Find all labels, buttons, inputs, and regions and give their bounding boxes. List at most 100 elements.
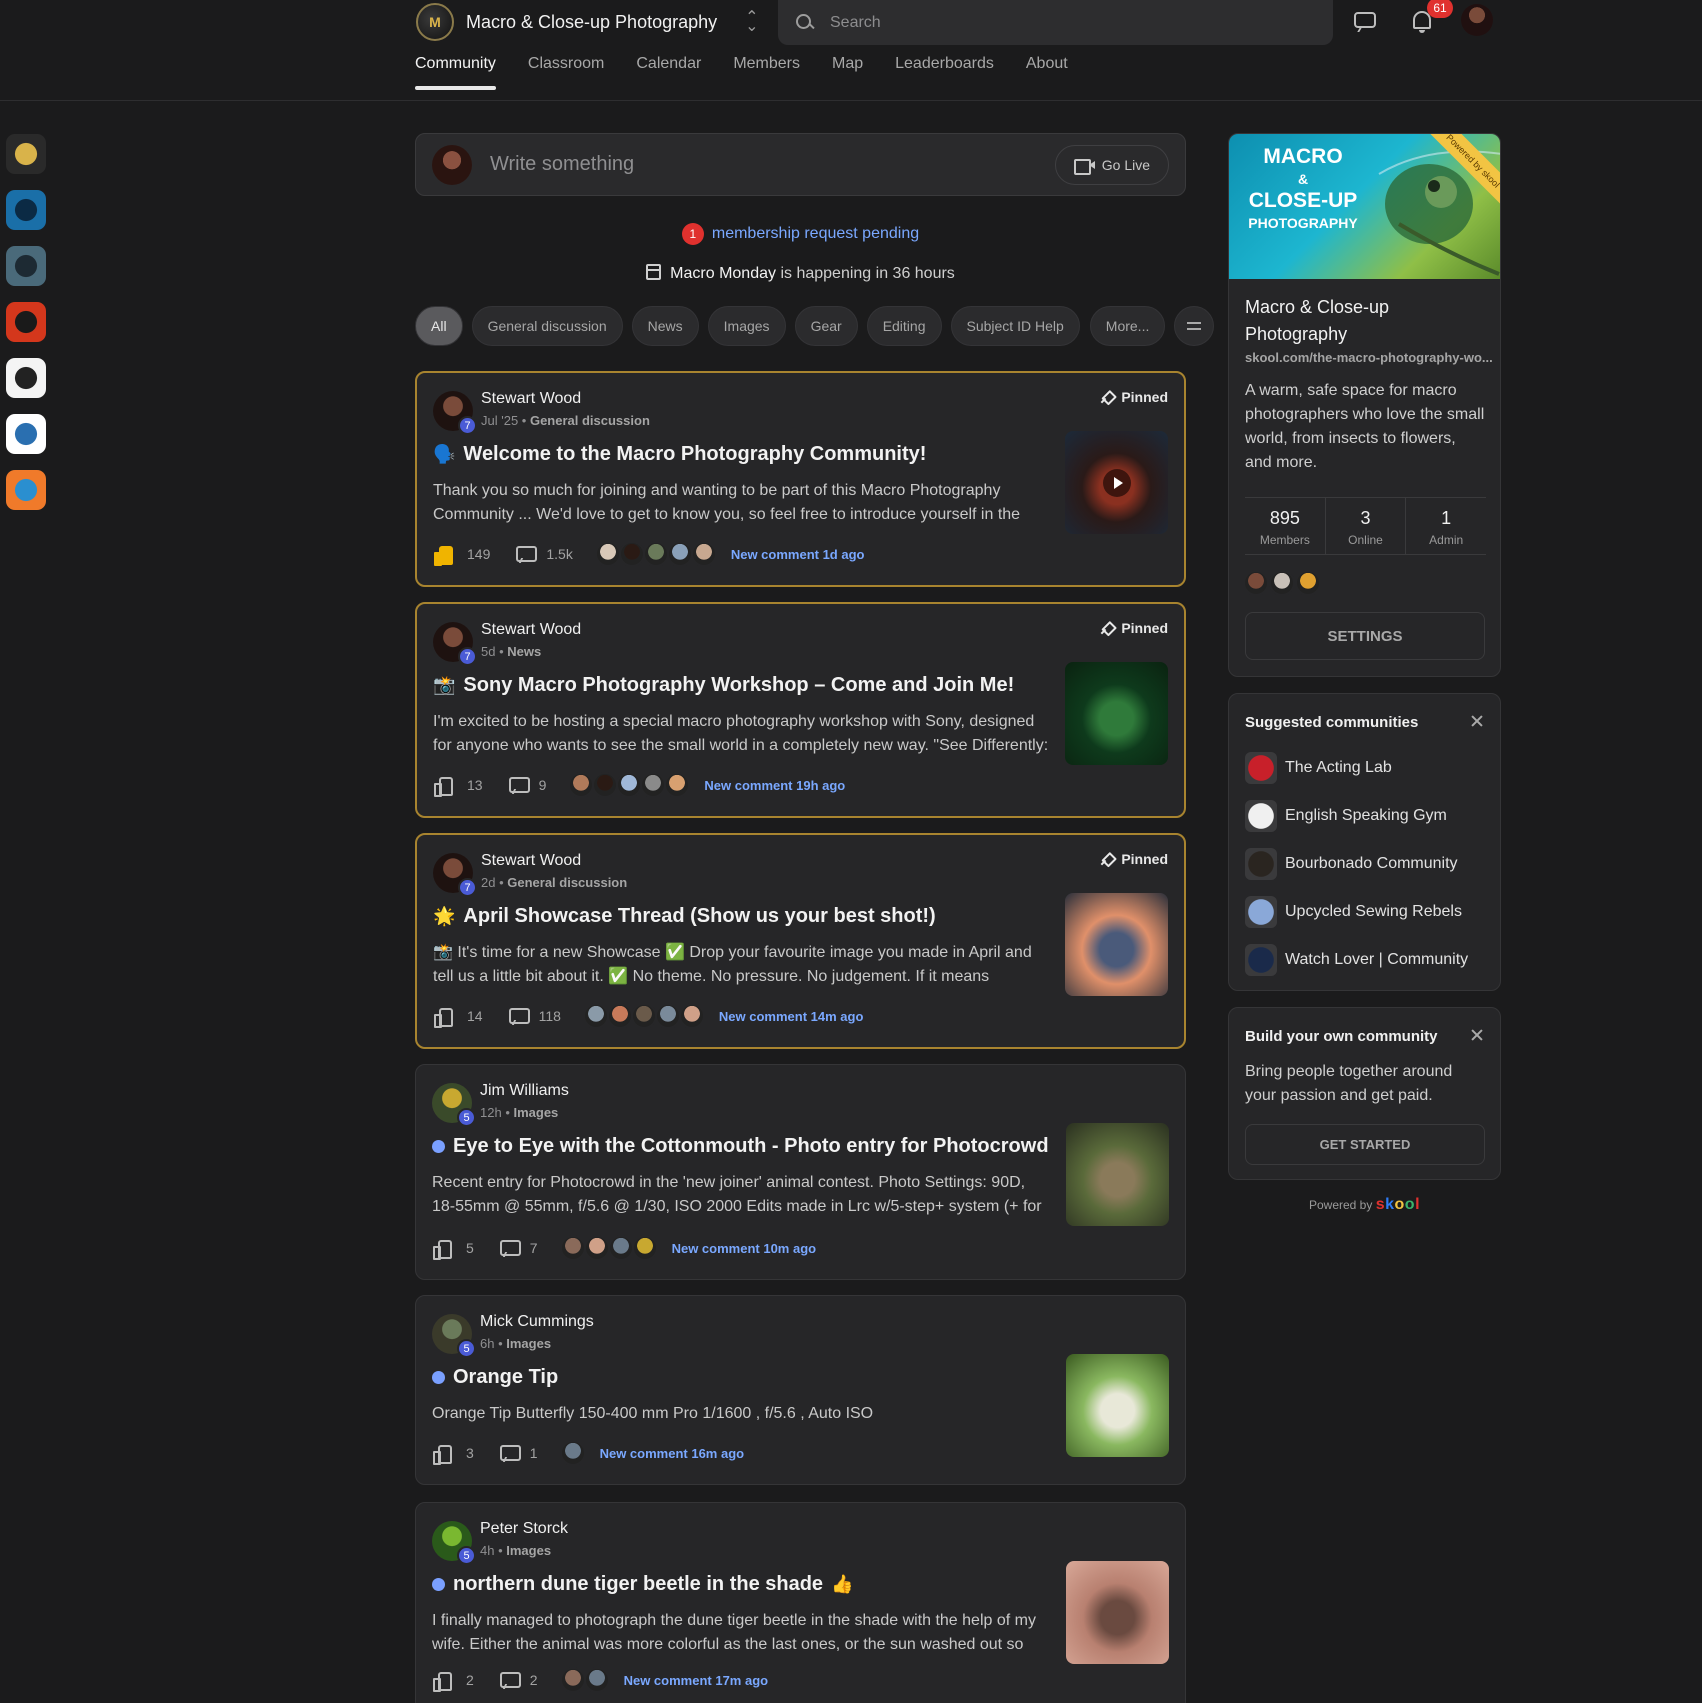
post-title-text[interactable]: northern dune tiger beetle in the shade	[453, 1573, 823, 1596]
suggested-community[interactable]: The Acting Lab	[1245, 751, 1468, 785]
close-icon[interactable]	[1470, 1028, 1484, 1042]
post-thumbnail[interactable]	[1066, 1123, 1169, 1226]
post-category[interactable]: News	[507, 644, 541, 659]
post-excerpt[interactable]: Thank you so much for joining and wantin…	[433, 479, 1053, 527]
chat-icon[interactable]	[1352, 8, 1380, 36]
post-title[interactable]: northern dune tiger beetle in the shade 👍	[432, 1573, 853, 1596]
post-composer[interactable]: Write something Go Live	[415, 133, 1186, 196]
commenter-avatars[interactable]	[559, 1235, 658, 1261]
post-card[interactable]: 5 Peter Storck 4h • Images northern dune ti…	[415, 1502, 1186, 1703]
post-thumbnail[interactable]	[1065, 662, 1168, 765]
member-avatar[interactable]	[1295, 570, 1321, 596]
suggested-community-name[interactable]: The Acting Lab	[1285, 759, 1392, 777]
commenter-avatars[interactable]	[582, 1003, 705, 1029]
rail-blue-logo-community[interactable]	[6, 414, 46, 454]
suggested-community-name[interactable]: Watch Lover | Community	[1285, 951, 1468, 969]
filter-chip-more[interactable]: More...	[1089, 306, 1166, 346]
filter-chip-all[interactable]: All	[415, 306, 463, 346]
like-icon[interactable]	[432, 1671, 452, 1692]
post-excerpt[interactable]: Recent entry for Photocrowd in the 'new …	[432, 1171, 1052, 1219]
powered-by-footer[interactable]: Powered by skool	[1228, 1196, 1501, 1214]
composer-placeholder[interactable]: Write something	[490, 153, 1055, 176]
new-comment-link[interactable]: New comment 17m ago	[624, 1673, 769, 1688]
comment-icon[interactable]	[516, 545, 538, 563]
post-category[interactable]: General discussion	[507, 875, 627, 890]
post-excerpt[interactable]: I finally managed to photograph the dune…	[432, 1609, 1052, 1657]
post-thumbnail[interactable]	[1066, 1561, 1169, 1664]
comment-icon[interactable]	[499, 1671, 521, 1689]
like-icon[interactable]	[432, 1239, 452, 1260]
author-name[interactable]: Peter Storck	[480, 1520, 568, 1538]
post-title[interactable]: Orange Tip	[432, 1366, 558, 1389]
post-title-text[interactable]: April Showcase Thread (Show us your best…	[463, 905, 935, 928]
community-banner[interactable]: MACRO & CLOSE-UP PHOTOGRAPHY Powered by …	[1229, 134, 1500, 279]
search-bar[interactable]	[778, 0, 1333, 45]
pending-text[interactable]: membership request pending	[712, 225, 919, 242]
suggested-community-name[interactable]: Bourbonado Community	[1285, 855, 1458, 873]
suggested-community-name[interactable]: Upcycled Sewing Rebels	[1285, 903, 1462, 921]
post-thumbnail[interactable]	[1065, 893, 1168, 996]
like-icon[interactable]	[432, 1444, 452, 1465]
post-title-text[interactable]: Eye to Eye with the Cottonmouth - Photo …	[453, 1135, 1049, 1158]
rail-white-badge-community[interactable]	[6, 358, 46, 398]
tab-community[interactable]: Community	[415, 55, 496, 90]
comment-icon[interactable]	[499, 1239, 521, 1257]
like-icon[interactable]	[433, 545, 453, 566]
like-icon[interactable]	[433, 1007, 453, 1028]
suggested-community[interactable]: Upcycled Sewing Rebels	[1245, 895, 1468, 929]
filter-chip-gear[interactable]: Gear	[794, 306, 858, 346]
like-icon[interactable]	[433, 776, 453, 797]
author-name[interactable]: Stewart Wood	[481, 390, 581, 408]
stat-members[interactable]: 895 Members	[1245, 498, 1325, 554]
search-input[interactable]	[830, 13, 1310, 32]
member-avatar[interactable]	[1269, 570, 1295, 596]
member-avatars[interactable]	[1243, 570, 1321, 596]
post-card[interactable]: 5 Jim Williams 12h • Images Eye to Eye with…	[415, 1064, 1186, 1280]
post-title[interactable]: Eye to Eye with the Cottonmouth - Photo …	[432, 1135, 1049, 1158]
filter-chip-subject-id-help[interactable]: Subject ID Help	[950, 306, 1080, 346]
post-category[interactable]: General discussion	[530, 413, 650, 428]
post-title[interactable]: 🗣️ Welcome to the Macro Photography Commu…	[433, 443, 926, 466]
comment-icon[interactable]	[508, 1007, 530, 1025]
tab-map[interactable]: Map	[832, 55, 863, 89]
stat-admin[interactable]: 1 Admin	[1405, 498, 1486, 554]
commenter-avatars[interactable]	[559, 1440, 586, 1466]
post-title-text[interactable]: Orange Tip	[453, 1366, 558, 1389]
post-excerpt[interactable]: Orange Tip Butterfly 150-400 mm Pro 1/16…	[432, 1402, 1052, 1426]
tab-members[interactable]: Members	[733, 55, 800, 89]
suggested-community[interactable]: Bourbonado Community	[1245, 847, 1468, 881]
post-card[interactable]: 7 Stewart Wood 2d • General discussion Pinn…	[415, 833, 1186, 1049]
post-card[interactable]: 7 Stewart Wood Jul '25 • General discussio…	[415, 371, 1186, 587]
post-excerpt[interactable]: I'm excited to be hosting a special macr…	[433, 710, 1053, 758]
author-name[interactable]: Mick Cummings	[480, 1313, 594, 1331]
tab-calendar[interactable]: Calendar	[636, 55, 701, 89]
new-comment-link[interactable]: New comment 14m ago	[719, 1009, 864, 1024]
author-name[interactable]: Jim Williams	[480, 1082, 569, 1100]
tab-leaderboards[interactable]: Leaderboards	[895, 55, 994, 89]
author-name[interactable]: Stewart Wood	[481, 621, 581, 639]
suggested-community[interactable]: English Speaking Gym	[1245, 799, 1468, 833]
post-title[interactable]: 🌟 April Showcase Thread (Show us your bes…	[433, 905, 936, 928]
post-category[interactable]: Images	[513, 1105, 558, 1120]
filter-settings-button[interactable]	[1174, 306, 1215, 346]
post-title-text[interactable]: Sony Macro Photography Workshop – Come a…	[463, 674, 1014, 697]
go-live-button[interactable]: Go Live	[1054, 144, 1169, 185]
post-title[interactable]: 📸 Sony Macro Photography Workshop – Come …	[433, 674, 1014, 697]
new-comment-link[interactable]: New comment 16m ago	[600, 1446, 745, 1461]
rail-orange-swirl-community[interactable]	[6, 302, 46, 342]
commenter-avatars[interactable]	[559, 1667, 610, 1693]
user-avatar[interactable]	[1461, 4, 1493, 36]
event-name[interactable]: Macro Monday	[670, 265, 776, 282]
filter-chip-general-discussion[interactable]: General discussion	[471, 306, 623, 346]
post-thumbnail[interactable]	[1065, 431, 1168, 534]
post-excerpt[interactable]: 📸 It's time for a new Showcase ✅ Drop yo…	[433, 941, 1053, 989]
filter-chip-images[interactable]: Images	[707, 306, 786, 346]
filter-chip-editing[interactable]: Editing	[866, 306, 942, 346]
rail-people-community[interactable]	[6, 470, 46, 510]
community-url[interactable]: skool.com/the-macro-photography-wo...	[1245, 350, 1493, 365]
comment-icon[interactable]	[508, 776, 530, 794]
close-icon[interactable]	[1470, 714, 1484, 728]
post-category[interactable]: Images	[506, 1543, 551, 1558]
switch-community-icon[interactable]: ⌃ ⌄	[745, 10, 758, 35]
post-thumbnail[interactable]	[1066, 1354, 1169, 1457]
